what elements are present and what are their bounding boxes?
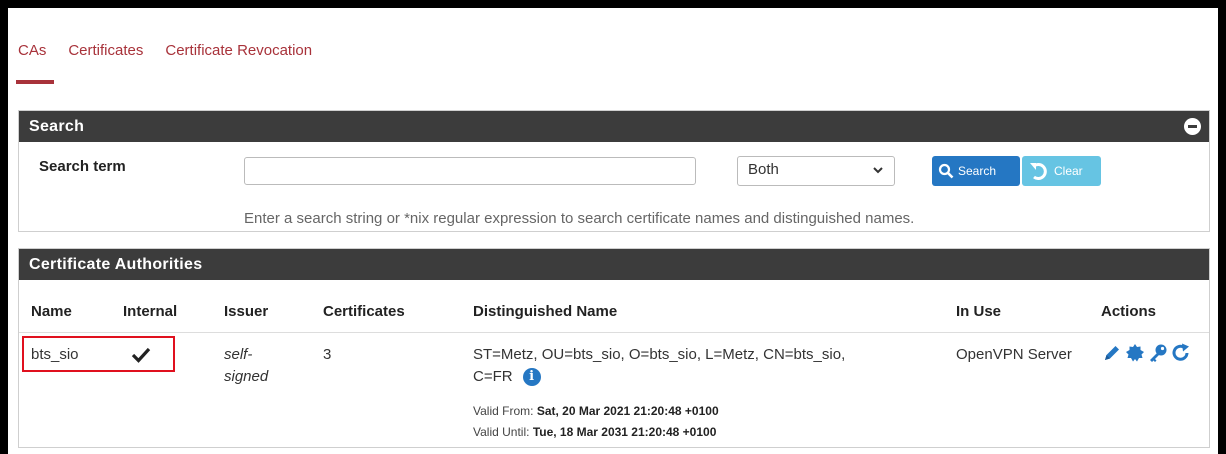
valid-from-value: Sat, 20 Mar 2021 21:20:48 +0100 bbox=[536, 404, 719, 418]
clear-button[interactable]: Clear bbox=[1022, 156, 1101, 186]
ca-panel-header: Certificate Authorities bbox=[19, 249, 1209, 280]
renew-icon[interactable] bbox=[1171, 343, 1191, 363]
search-panel: Search Search term Both Search Clear Ent… bbox=[18, 110, 1210, 232]
tab-bar: CAs Certificates Certificate Revocation bbox=[15, 8, 334, 92]
row-highlight-box bbox=[22, 336, 175, 372]
ca-dn-line1: ST=Metz, OU=bts_sio, O=bts_sio, L=Metz, … bbox=[473, 346, 846, 363]
search-scope-select[interactable]: Both bbox=[737, 156, 895, 186]
ca-in-use: OpenVPN Server bbox=[956, 346, 1072, 363]
column-header-certificates: Certificates bbox=[323, 303, 405, 320]
column-header-distinguished-name: Distinguished Name bbox=[473, 303, 618, 320]
page-frame: CAs Certificates Certificate Revocation … bbox=[8, 8, 1218, 454]
column-header-internal: Internal bbox=[123, 303, 178, 320]
column-header-actions: Actions bbox=[1101, 303, 1157, 320]
search-scope-value: Both bbox=[748, 161, 779, 178]
pencil-icon[interactable] bbox=[1102, 343, 1122, 363]
valid-until-value: Tue, 18 Mar 2031 21:20:48 +0100 bbox=[532, 425, 717, 439]
search-panel-title: Search bbox=[29, 118, 85, 135]
key-icon[interactable] bbox=[1148, 343, 1168, 363]
collapse-icon[interactable] bbox=[1184, 118, 1201, 135]
search-input[interactable] bbox=[244, 157, 696, 185]
ca-dn-line2: C=FR bbox=[473, 368, 513, 385]
clear-button-label: Clear bbox=[1054, 164, 1083, 178]
ca-panel-title: Certificate Authorities bbox=[29, 256, 203, 273]
ca-issuer-line2: signed bbox=[224, 368, 269, 385]
ca-valid-from: Valid From: Sat, 20 Mar 2021 21:20:48 +0… bbox=[473, 404, 719, 418]
tab-cas[interactable]: CAs bbox=[15, 8, 55, 84]
certificate-badge-icon[interactable] bbox=[1125, 343, 1145, 363]
info-icon[interactable]: i bbox=[522, 368, 541, 387]
valid-from-label: Valid From: bbox=[473, 404, 534, 418]
ca-valid-until: Valid Until: Tue, 18 Mar 2031 21:20:48 +… bbox=[473, 425, 716, 439]
row-actions bbox=[1102, 343, 1191, 363]
search-help-text: Enter a search string or *nix regular ex… bbox=[244, 210, 915, 227]
ca-certificate-count: 3 bbox=[323, 346, 332, 363]
certificate-authorities-panel: Certificate Authorities Name Internal Is… bbox=[18, 248, 1210, 448]
column-header-issuer: Issuer bbox=[224, 303, 269, 320]
ca-issuer: self- signed bbox=[224, 344, 268, 388]
tab-certificate-revocation[interactable]: Certificate Revocation bbox=[165, 8, 312, 59]
undo-icon bbox=[1030, 163, 1047, 180]
search-panel-header: Search bbox=[19, 111, 1209, 142]
header-divider bbox=[19, 332, 1209, 333]
valid-until-label: Valid Until: bbox=[473, 425, 530, 439]
search-term-label: Search term bbox=[39, 158, 126, 175]
column-header-name: Name bbox=[31, 303, 72, 320]
ca-distinguished-name: ST=Metz, OU=bts_sio, O=bts_sio, L=Metz, … bbox=[473, 344, 845, 388]
column-header-in-use: In Use bbox=[956, 303, 1002, 320]
search-button-label: Search bbox=[958, 164, 997, 178]
tab-certificates[interactable]: Certificates bbox=[68, 8, 143, 59]
ca-issuer-line1: self- bbox=[224, 346, 253, 363]
search-icon bbox=[938, 163, 954, 179]
search-button[interactable]: Search bbox=[932, 156, 1020, 186]
chevron-down-icon bbox=[873, 167, 883, 174]
